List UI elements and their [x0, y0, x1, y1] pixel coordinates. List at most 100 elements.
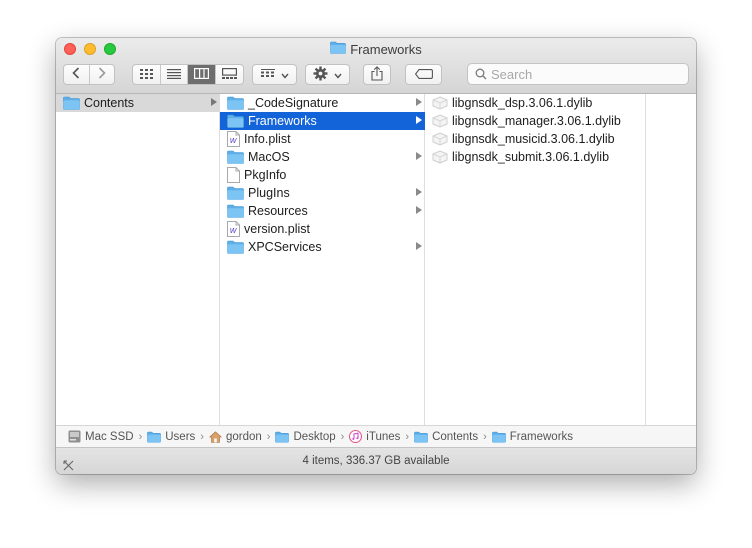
- folder-icon: [414, 431, 428, 443]
- column-2-item[interactable]: PlugIns: [220, 184, 425, 202]
- gallery-view-icon: [221, 67, 237, 82]
- folder-icon: [147, 431, 162, 443]
- forward-button[interactable]: [90, 65, 115, 84]
- path-item-label: Mac SSD: [85, 430, 134, 443]
- path-separator-icon: ›: [138, 430, 143, 443]
- disclosure-arrow-icon: [416, 116, 422, 124]
- folder-icon: [227, 186, 244, 200]
- item-label: Resources: [248, 204, 308, 218]
- item-label: libgnsdk_musicid.3.06.1.dylib: [452, 132, 615, 146]
- path-item-label: Frameworks: [509, 430, 574, 443]
- item-label: Contents: [84, 96, 135, 110]
- folder-icon: [330, 41, 347, 59]
- folder-icon: [227, 150, 244, 164]
- status-text: 4 items, 336.37 GB available: [302, 455, 450, 467]
- item-label: PlugIns: [248, 186, 290, 200]
- titlebar: Frameworks: [56, 38, 696, 94]
- column-1-item[interactable]: Contents: [56, 94, 220, 112]
- share-button[interactable]: [363, 64, 391, 85]
- hide-sidebar-icon[interactable]: [63, 455, 74, 474]
- path-item[interactable]: gordon: [208, 430, 262, 443]
- item-label: libgnsdk_dsp.3.06.1.dylib: [452, 96, 593, 110]
- navigation-buttons: [63, 64, 115, 85]
- column-2[interactable]: _CodeSignature Frameworks W Info.plist MacOS…: [220, 94, 425, 425]
- blank-file-icon: [227, 167, 240, 183]
- column-view-button[interactable]: [188, 65, 216, 84]
- itunes-icon: [349, 430, 363, 443]
- dylib-file-icon: [432, 96, 448, 110]
- search-icon: [475, 68, 487, 80]
- path-item[interactable]: iTunes: [349, 430, 400, 443]
- search-field[interactable]: [467, 63, 689, 85]
- column-2-item[interactable]: Frameworks: [220, 112, 425, 130]
- gear-icon: [313, 66, 328, 84]
- window-title-text: Frameworks: [350, 42, 422, 57]
- path-item-label: Desktop: [293, 430, 336, 443]
- plist-file-icon: W: [227, 131, 240, 147]
- path-separator-icon: ›: [483, 430, 487, 443]
- item-label: version.plist: [244, 222, 310, 236]
- list-view-button[interactable]: [161, 65, 188, 84]
- dylib-file-icon: [432, 114, 448, 128]
- svg-text:W: W: [230, 227, 238, 235]
- column-2-item[interactable]: XPCServices: [220, 238, 425, 256]
- back-button[interactable]: [64, 65, 90, 84]
- path-item-label: gordon: [225, 430, 262, 443]
- column-4-empty[interactable]: [646, 94, 696, 425]
- gallery-view-button[interactable]: [216, 65, 243, 84]
- icon-view-button[interactable]: [133, 65, 161, 84]
- column-3[interactable]: libgnsdk_dsp.3.06.1.dylib libgnsdk_manage…: [425, 94, 646, 425]
- view-mode-control: [132, 64, 244, 85]
- path-separator-icon: ›: [200, 430, 204, 443]
- dylib-file-icon: [432, 150, 448, 164]
- column-browser: Contents _CodeSignature Frameworks W Info.p…: [56, 94, 696, 425]
- column-3-item[interactable]: libgnsdk_dsp.3.06.1.dylib: [425, 94, 646, 112]
- icon-view-icon: [139, 68, 153, 82]
- column-3-item[interactable]: libgnsdk_submit.3.06.1.dylib: [425, 148, 646, 166]
- column-2-item[interactable]: PkgInfo: [220, 166, 425, 184]
- drive-icon: [68, 430, 81, 443]
- column-2-item[interactable]: MacOS: [220, 148, 425, 166]
- share-icon: [371, 65, 383, 84]
- tags-button[interactable]: [405, 64, 442, 85]
- plist-file-icon: W: [227, 221, 240, 237]
- window-title: Frameworks: [56, 41, 696, 59]
- column-2-item[interactable]: W Info.plist: [220, 130, 425, 148]
- dylib-file-icon: [432, 132, 448, 146]
- path-item-label: Users: [165, 430, 196, 443]
- item-label: XPCServices: [248, 240, 322, 254]
- column-view-icon: [193, 67, 209, 82]
- folder-icon: [491, 431, 506, 443]
- svg-text:W: W: [230, 137, 238, 145]
- tag-icon: [414, 68, 433, 82]
- disclosure-arrow-icon: [416, 188, 422, 196]
- path-item[interactable]: Desktop: [275, 430, 336, 443]
- path-item[interactable]: Mac SSD: [68, 430, 134, 443]
- item-label: libgnsdk_manager.3.06.1.dylib: [452, 114, 621, 128]
- folder-icon: [63, 96, 80, 110]
- column-3-item[interactable]: libgnsdk_manager.3.06.1.dylib: [425, 112, 646, 130]
- folder-icon: [227, 96, 244, 110]
- chevron-down-icon: [280, 68, 289, 82]
- path-bar: Mac SSD › Users › gordon › Desktop › iTunes › Cont…: [56, 425, 696, 447]
- path-separator-icon: ›: [405, 430, 410, 443]
- path-item[interactable]: Frameworks: [491, 430, 574, 443]
- column-1[interactable]: Contents: [56, 94, 220, 425]
- item-label: MacOS: [248, 150, 290, 164]
- folder-icon: [227, 240, 244, 254]
- chevron-left-icon: [72, 67, 80, 82]
- column-2-item[interactable]: _CodeSignature: [220, 94, 425, 112]
- disclosure-arrow-icon: [211, 98, 217, 106]
- search-input[interactable]: [491, 66, 676, 82]
- column-2-item[interactable]: Resources: [220, 202, 425, 220]
- path-item[interactable]: Contents: [414, 431, 478, 443]
- action-button[interactable]: [305, 64, 350, 85]
- home-icon: [208, 430, 222, 443]
- column-2-item[interactable]: Wversion.plist: [220, 220, 425, 238]
- path-item[interactable]: Users: [147, 431, 195, 443]
- column-3-item[interactable]: libgnsdk_musicid.3.06.1.dylib: [425, 130, 646, 148]
- item-label: Frameworks: [248, 114, 317, 128]
- item-label: PkgInfo: [244, 168, 287, 182]
- path-item-label: iTunes: [366, 430, 401, 443]
- group-by-button[interactable]: [252, 64, 297, 85]
